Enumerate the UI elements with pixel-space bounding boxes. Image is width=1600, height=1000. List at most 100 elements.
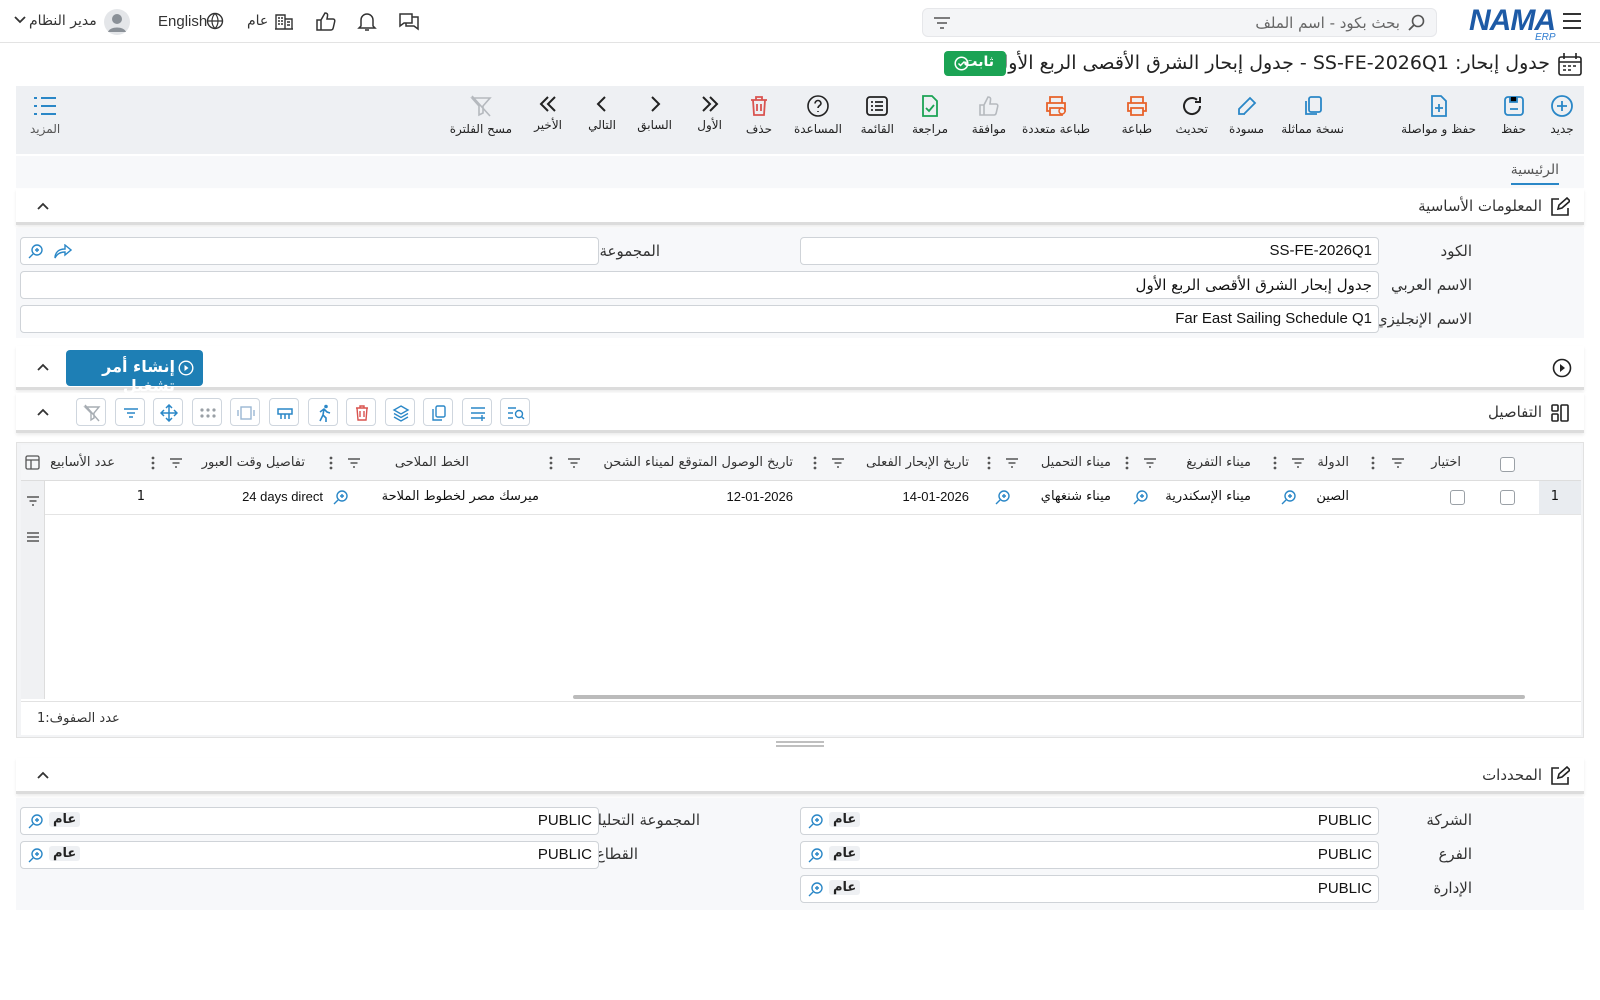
filter-icon[interactable] [1291,457,1305,469]
sector-field[interactable]: PUBLIC عام [20,841,599,869]
review-button[interactable]: مراجعة [912,94,948,136]
fit-columns-button[interactable] [230,398,260,426]
approve-button[interactable]: موافقة [972,94,1006,136]
group-rows-button[interactable] [269,398,299,426]
chat-icon[interactable] [398,11,420,31]
cell-weeks[interactable]: 1 [137,489,145,504]
search-box[interactable] [922,8,1437,37]
filter-icon[interactable] [169,457,183,469]
search-plus-icon[interactable] [1281,489,1298,506]
first-button[interactable]: الأول [697,94,722,132]
cell-country[interactable]: الصين [1316,489,1349,504]
duplicate-button[interactable]: نسخة مماثلة [1281,94,1344,136]
next-button[interactable]: التالي [588,94,616,132]
col-select[interactable]: اختيار [1431,455,1461,470]
multi-print-button[interactable]: طباعة متعددة [1022,94,1090,136]
cell-transit-details[interactable]: 24 days direct [242,489,323,504]
filter-icon[interactable] [567,457,581,469]
search-plus-icon[interactable] [995,489,1012,506]
run-button[interactable] [308,398,338,426]
previous-button[interactable]: السابق [637,94,672,132]
cell-loading-port[interactable]: ميناء شنغهاي [1041,489,1111,504]
search-input[interactable] [980,13,1400,33]
more-vertical-icon[interactable] [1371,455,1375,471]
filter-icon[interactable] [1391,457,1405,469]
search-rows-button[interactable] [500,398,530,426]
filter-icon[interactable] [1143,457,1157,469]
chevron-up-icon[interactable] [36,405,50,419]
chevron-up-icon[interactable] [36,199,50,213]
search-plus-icon[interactable] [808,881,825,898]
more-button[interactable]: المزيد [30,94,60,136]
filter-icon[interactable] [26,495,40,507]
share-icon[interactable] [54,244,72,259]
cell-discharge-port[interactable]: ميناء الإسكندرية [1165,489,1251,504]
dots-grid-button[interactable] [192,398,222,426]
chevron-up-icon[interactable] [36,768,50,782]
clear-filter-button[interactable]: مسح الفلترة [450,94,512,136]
filter-icon[interactable] [347,457,361,469]
resize-handle[interactable] [776,741,824,747]
list-button[interactable]: القائمة [861,94,894,136]
more-vertical-icon[interactable] [987,455,991,471]
filter-icon[interactable] [933,15,951,31]
col-actual-sailing-date[interactable]: تاريخ الإبحار الفعلى [866,455,969,470]
language-switch[interactable]: English [158,13,207,30]
more-vertical-icon[interactable] [549,455,553,471]
filter-icon[interactable] [831,457,845,469]
more-vertical-icon[interactable] [329,455,333,471]
globe-icon[interactable] [206,12,224,30]
search-plus-icon[interactable] [808,813,825,830]
search-plus-icon[interactable] [1133,489,1150,506]
scope-label[interactable]: عام [247,13,268,29]
company-field[interactable]: PUBLIC عام [800,807,1379,835]
columns-icon[interactable] [25,455,40,470]
building-icon[interactable] [274,12,294,30]
delete-button[interactable]: حذف [746,94,772,136]
english-name-field[interactable]: Far East Sailing Schedule Q1 [20,305,1379,333]
more-vertical-icon[interactable] [813,455,817,471]
grid-filter-button[interactable] [115,398,145,426]
more-vertical-icon[interactable] [151,455,155,471]
col-country[interactable]: الدولة [1317,455,1349,470]
arabic-name-field[interactable]: جدول إبحار الشرق الأقصى الربع الأول [20,271,1379,299]
bell-icon[interactable] [357,11,377,32]
col-weeks[interactable]: عدد الأسابيع [50,455,115,470]
code-field[interactable]: SS-FE-2026Q1 [800,237,1379,265]
col-loading-port[interactable]: ميناء التحميل [1041,455,1111,470]
filter-icon[interactable] [1005,457,1019,469]
search-plus-icon[interactable] [28,243,45,260]
user-name[interactable]: مدير النظام [29,13,97,29]
layers-button[interactable] [385,398,415,426]
group-field[interactable] [20,237,599,265]
print-button[interactable]: طباعة [1122,94,1152,136]
delete-rows-button[interactable] [346,398,376,426]
more-vertical-icon[interactable] [1125,455,1129,471]
more-vertical-icon[interactable] [1273,455,1277,471]
search-plus-icon[interactable] [28,847,45,864]
draft-button[interactable]: مسودة [1229,94,1264,136]
move-button[interactable] [153,398,183,426]
create-run-order-button[interactable]: إنشاء أمر تشغيل [66,350,203,395]
copy-rows-button[interactable] [423,398,453,426]
menu-icon[interactable] [26,531,40,543]
chevron-up-icon[interactable] [36,360,50,374]
branch-field[interactable]: PUBLIC عام [800,841,1379,869]
save-continue-button[interactable]: حفظ و مواصلة [1401,94,1476,136]
help-button[interactable]: المساعدة [794,94,842,136]
save-button[interactable]: حفظ [1501,94,1526,136]
thumbs-up-icon[interactable] [315,11,337,31]
cell-shipping-line[interactable]: ميرسك مصر لخطوط الملاحة [382,489,539,504]
select-checkbox[interactable] [1450,490,1465,505]
horizontal-scrollbar[interactable] [573,695,1525,699]
col-discharge-port[interactable]: ميناء التفريغ [1186,455,1251,470]
cell-expected-arrival-date[interactable]: 12-01-2026 [727,489,794,504]
department-field[interactable]: PUBLIC عام [800,875,1379,903]
table-row[interactable]: الصين ميناء الإسكندرية ميناء شنغهاي 14-0… [21,481,1581,515]
search-plus-icon[interactable] [333,489,350,506]
menu-icon[interactable] [1562,12,1582,30]
select-all-checkbox[interactable] [1500,457,1515,472]
last-button[interactable]: الأخير [534,94,562,132]
col-transit-details[interactable]: تفاصيل وقت العبور [202,455,305,470]
refresh-button[interactable]: تحديث [1175,94,1208,136]
